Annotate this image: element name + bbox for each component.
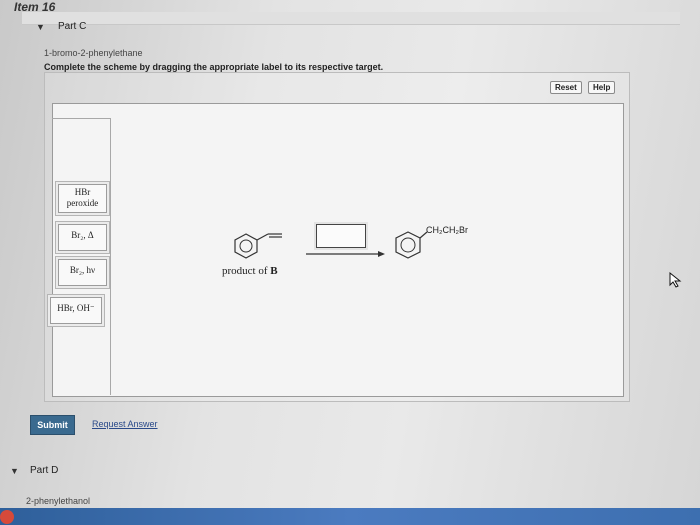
instruction-text: Complete the scheme by dragging the appr…	[44, 62, 384, 72]
product-label: product of B	[222, 265, 278, 277]
label-tile-br2-heat[interactable]: Br₂, Δ	[58, 224, 107, 251]
tile-line-1: Br₂, hν	[69, 265, 96, 275]
product-prefix: product of	[222, 265, 268, 277]
label-tile-br2-light[interactable]: Br₂, hν	[58, 259, 107, 286]
tile-line-1: HBr, OH⁻	[57, 303, 95, 313]
part-d-subtitle: 2-phenylethanol	[26, 496, 91, 506]
label-tile-hbr-peroxide[interactable]: HBr peroxide	[58, 184, 107, 213]
part-c-subtitle: 1-bromo-2-phenylethane	[44, 48, 143, 58]
taskbar	[0, 508, 700, 525]
part-c-label[interactable]: Part C	[58, 21, 86, 32]
label-bank	[52, 118, 111, 395]
reaction-arrow	[306, 251, 385, 257]
part-c-caret-down-icon[interactable]: ▼	[36, 22, 45, 32]
product-letter: B	[270, 265, 278, 277]
help-button[interactable]: Help	[588, 81, 616, 94]
tile-line-1: HBr	[74, 187, 91, 197]
request-answer-link[interactable]: Request Answer	[92, 419, 158, 429]
mouse-cursor-icon	[669, 271, 682, 288]
app-circle-icon[interactable]	[0, 510, 14, 524]
styrene-structure	[234, 233, 282, 259]
tile-line-2: peroxide	[66, 198, 99, 208]
reset-button[interactable]: Reset	[550, 81, 582, 94]
submit-button[interactable]: Submit	[30, 415, 75, 435]
part-d-caret-down-icon[interactable]: ▼	[10, 466, 19, 476]
part-header-bar	[22, 12, 680, 25]
ch2ch2br-label: CH₂CH₂Br	[426, 225, 468, 235]
part-d-label[interactable]: Part D	[30, 465, 58, 476]
label-tile-hbr-hydroxide[interactable]: HBr, OH⁻	[50, 297, 102, 324]
tile-line-1: Br₂, Δ	[71, 230, 94, 240]
drop-target-box[interactable]	[316, 224, 366, 248]
